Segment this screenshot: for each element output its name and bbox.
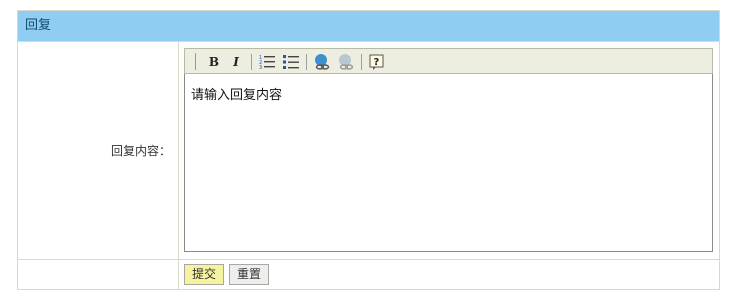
submit-button[interactable]: 提交	[184, 264, 225, 285]
reset-button[interactable]: 重置	[229, 264, 270, 285]
toolbar-separator	[251, 54, 252, 70]
toolbar-separator	[306, 54, 307, 70]
rich-text-editor: B I 1 2 3 ? 请输入回复内容	[184, 48, 713, 252]
insert-link-icon[interactable]	[313, 53, 331, 71]
content-label: 回复内容：	[110, 144, 171, 158]
toolbar-grip	[195, 53, 196, 70]
reply-panel: 回复 回复内容： B I 1 2 3 ? 请输入回复内容 提交 重置	[17, 10, 720, 290]
editor-toolbar: B I 1 2 3 ?	[184, 48, 713, 74]
column-divider	[178, 260, 179, 289]
toolbar-separator	[361, 54, 362, 70]
remove-link-icon[interactable]	[337, 53, 355, 71]
bold-icon[interactable]: B	[205, 53, 223, 71]
section-title: 回复	[25, 18, 52, 33]
svg-text:?: ?	[374, 57, 380, 68]
svg-text:3: 3	[259, 65, 262, 71]
column-divider	[178, 42, 179, 259]
help-icon[interactable]: ?	[368, 53, 386, 71]
unordered-list-icon[interactable]	[282, 53, 300, 71]
buttons-row: 提交 重置	[18, 259, 719, 289]
section-header: 回复	[18, 11, 719, 41]
ordered-list-icon[interactable]: 1 2 3	[258, 53, 276, 71]
content-row: 回复内容： B I 1 2 3 ? 请输入回复内容	[18, 41, 719, 259]
italic-icon[interactable]: I	[227, 53, 245, 71]
reply-content-textarea[interactable]: 请输入回复内容	[184, 74, 713, 252]
